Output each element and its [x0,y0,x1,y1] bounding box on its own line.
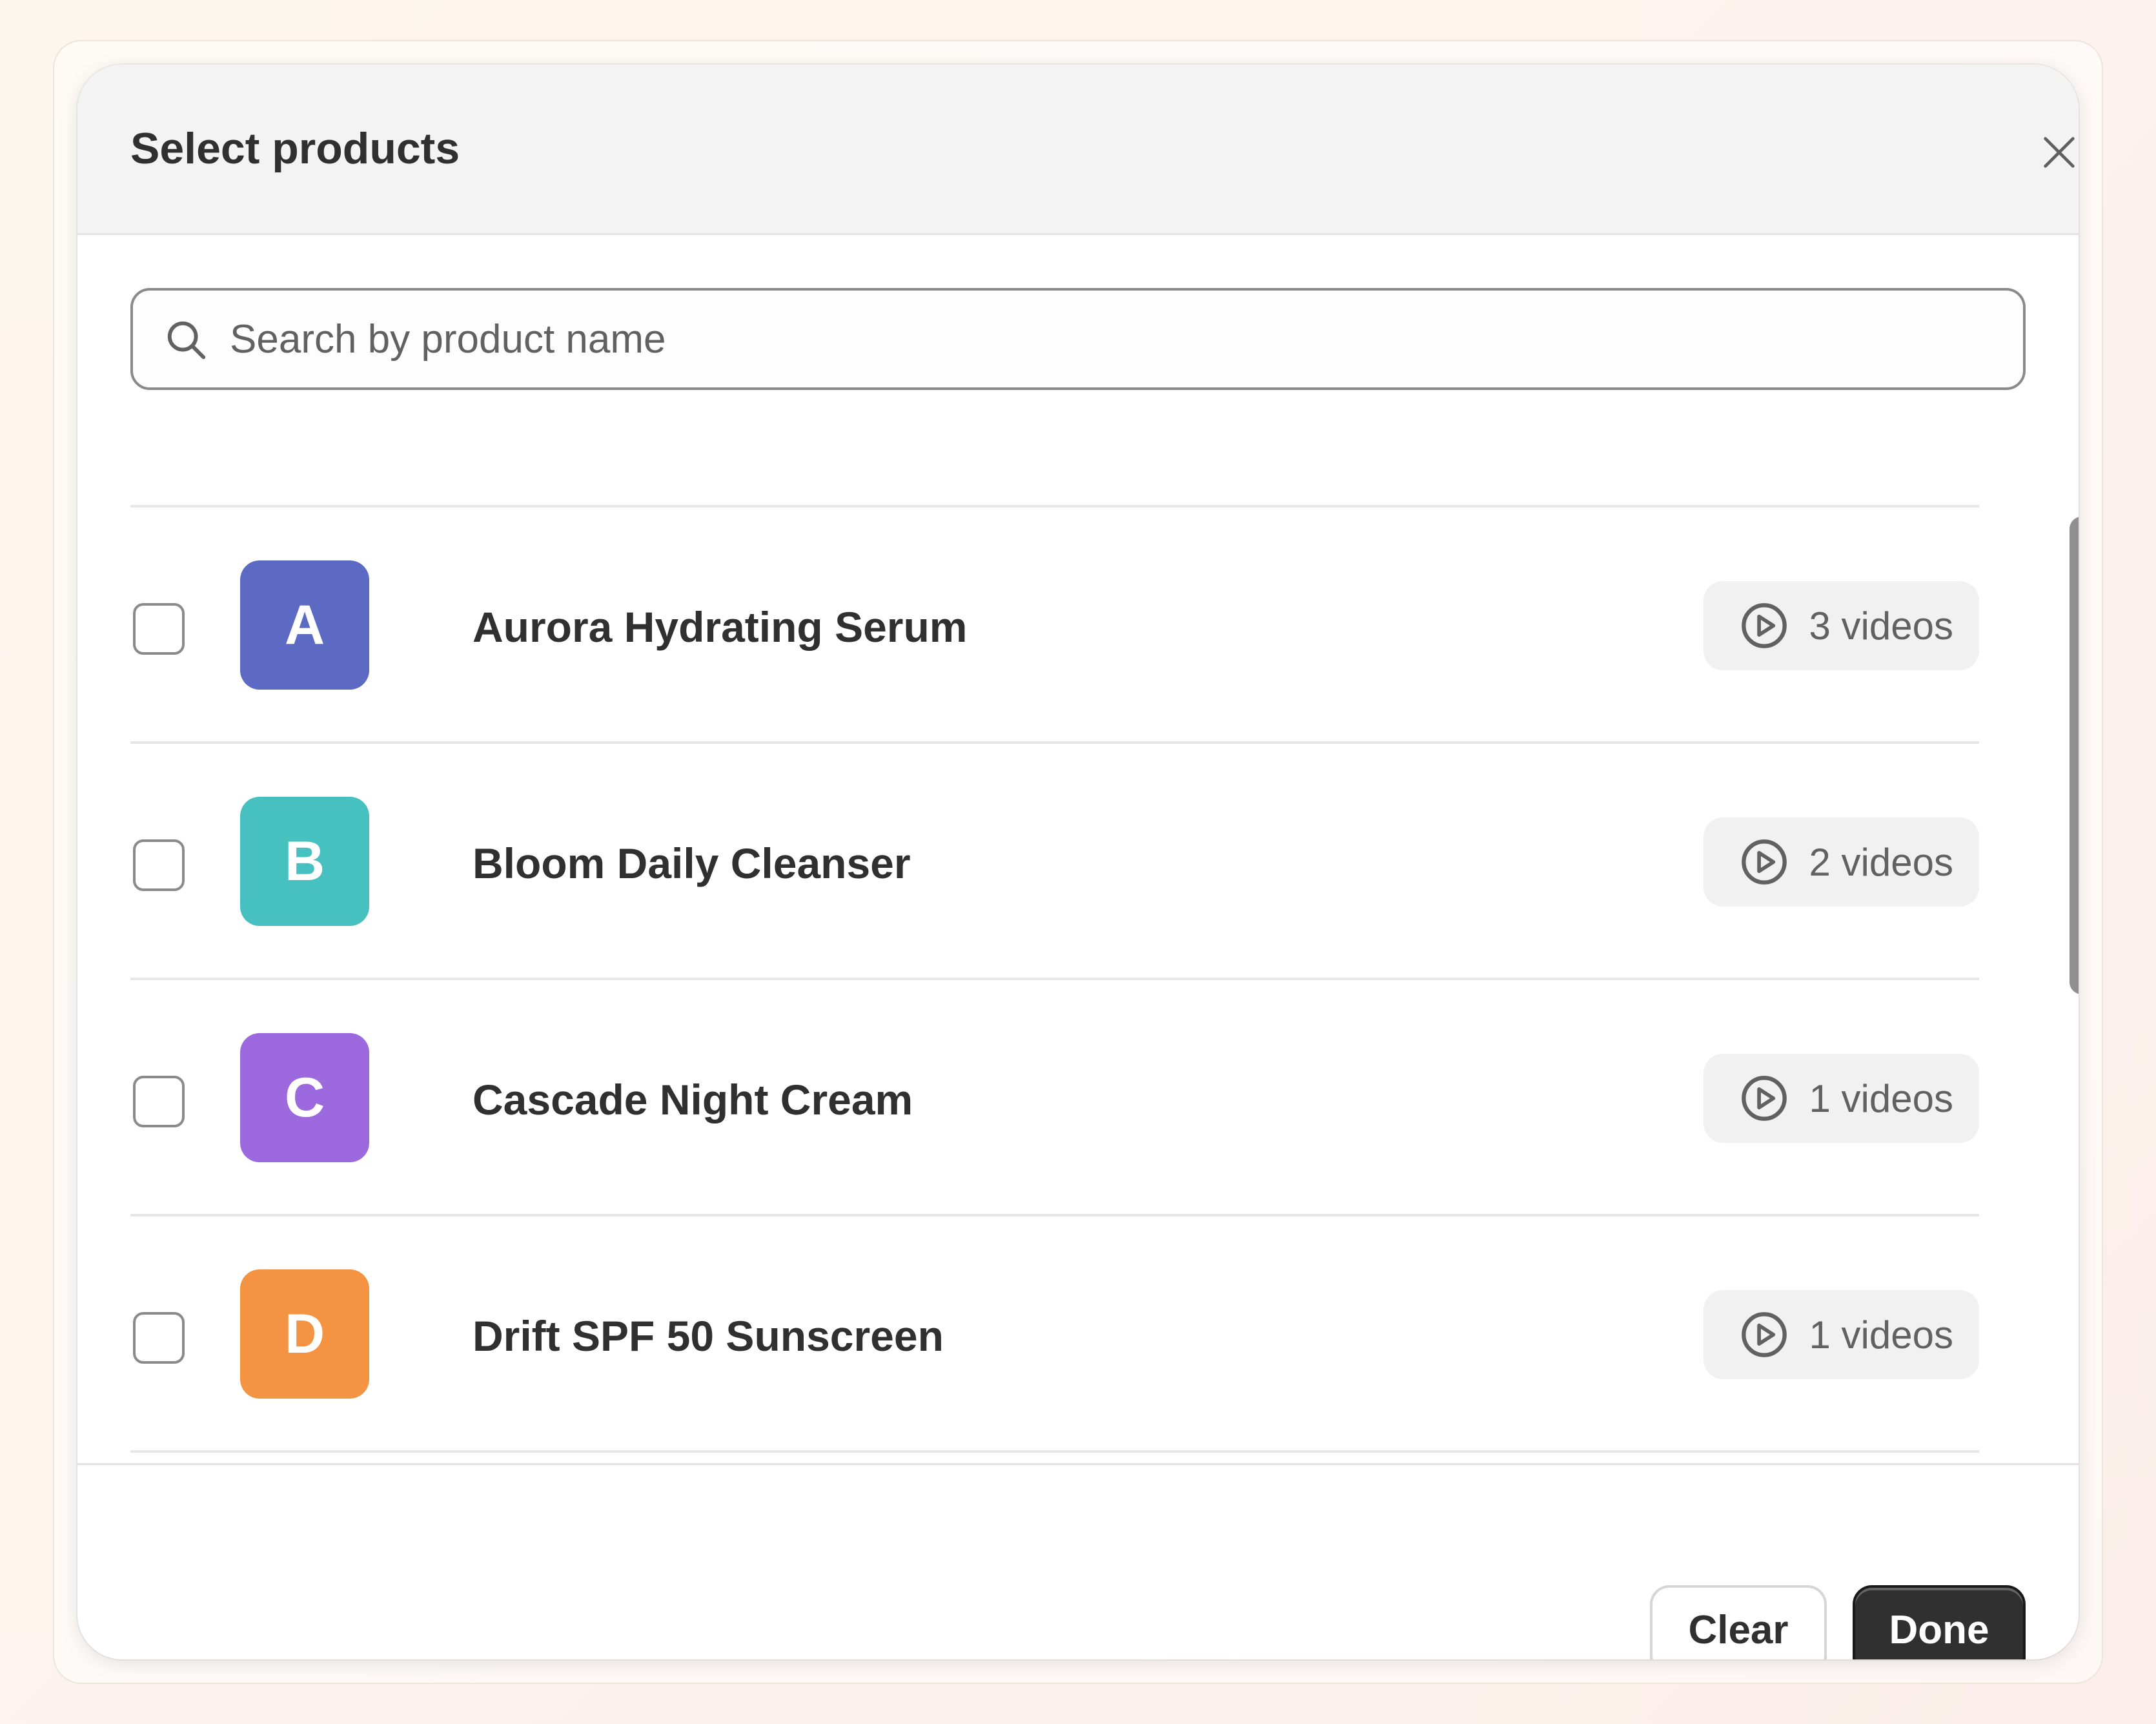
dialog-title: Select products [130,124,460,173]
product-avatar: A [240,560,369,690]
done-button[interactable]: Done [1853,1585,2026,1659]
product-avatar: C [240,1033,369,1162]
search-icon [167,321,206,360]
product-row-bloom[interactable]: B Bloom Daily Cleanser 2 videos [130,744,1979,979]
product-name: Bloom Daily Cleanser [473,839,911,887]
select-products-dialog: Select products A Aurora Hydrating Serum [77,65,2079,1659]
video-count-badge: 1 videos [1703,1290,1979,1379]
list-divider [130,1450,1979,1453]
video-count: 3 videos [1809,604,1953,648]
video-count: 1 videos [1809,1313,1953,1357]
video-count: 1 videos [1809,1076,1953,1120]
search-field[interactable] [130,288,2026,390]
play-circle-icon [1741,1076,1787,1121]
play-circle-icon [1741,603,1787,648]
product-row-aurora[interactable]: A Aurora Hydrating Serum 3 videos [130,508,1979,743]
product-row-drift[interactable]: D Drift SPF 50 Sunscreen 1 videos [130,1216,1979,1452]
product-name: Cascade Night Cream [473,1076,913,1124]
product-name: Drift SPF 50 Sunscreen [473,1312,944,1360]
product-avatar: B [240,797,369,926]
product-name: Aurora Hydrating Serum [473,603,968,651]
list-scrollbar[interactable] [2070,517,2079,994]
dialog-header: Select products [77,65,2079,235]
video-count-badge: 3 videos [1703,581,1979,670]
product-checkbox[interactable] [133,603,185,655]
product-row-cascade[interactable]: C Cascade Night Cream 1 videos [130,980,1979,1215]
close-icon [2044,137,2075,168]
product-list: A Aurora Hydrating Serum 3 videos B Bloo… [130,505,1979,1453]
video-count-badge: 2 videos [1703,817,1979,907]
video-count-badge: 1 videos [1703,1054,1979,1143]
search-input[interactable] [230,291,1998,387]
product-checkbox[interactable] [133,839,185,891]
video-count: 2 videos [1809,840,1953,884]
close-button[interactable] [2033,127,2079,178]
play-circle-icon [1741,1312,1787,1357]
product-avatar: D [240,1269,369,1399]
product-checkbox[interactable] [133,1312,185,1364]
clear-button[interactable]: Clear [1650,1585,1827,1659]
product-checkbox[interactable] [133,1076,185,1127]
play-circle-icon [1741,839,1787,885]
dialog-footer: Clear Done [77,1463,2079,1659]
